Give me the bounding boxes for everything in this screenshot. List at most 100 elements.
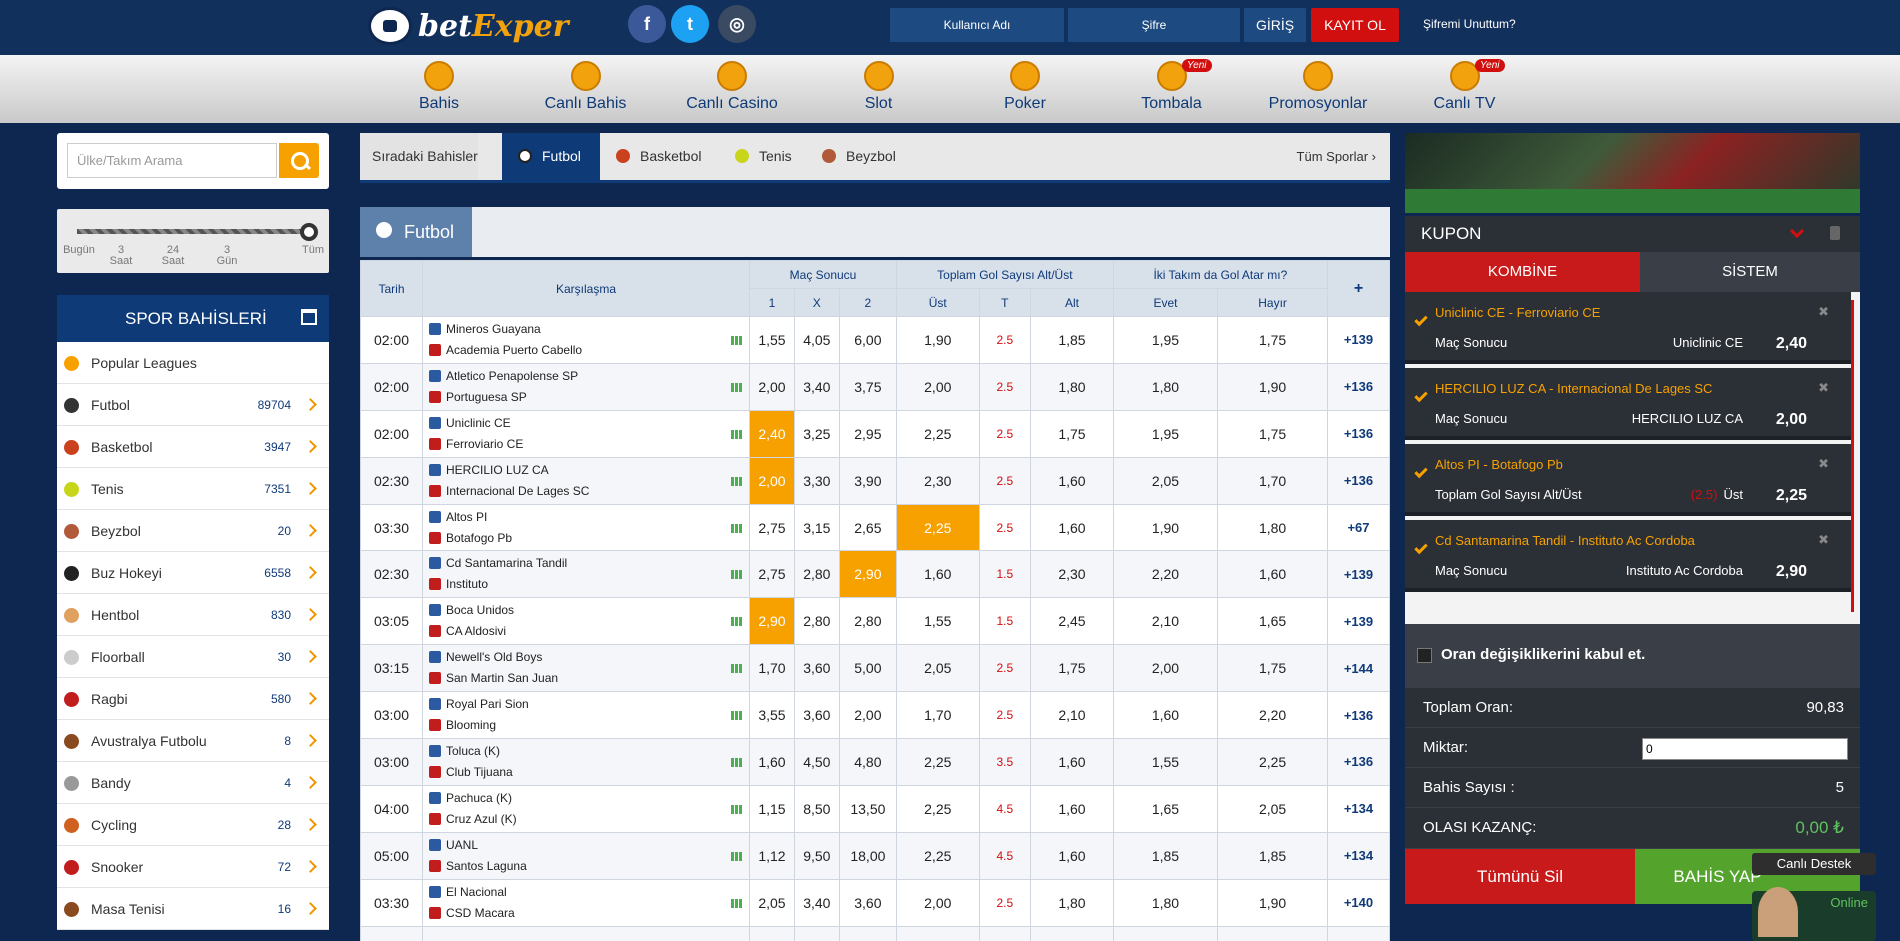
amount-input[interactable]: 0 <box>1642 738 1848 760</box>
odd-cell[interactable]: 9,50 <box>793 831 840 880</box>
time-label-0[interactable]: Bugün <box>59 245 99 256</box>
odd-cell[interactable]: 3,60 <box>838 878 898 927</box>
more-markets-button[interactable]: +134 <box>1327 831 1390 880</box>
odd-cell[interactable]: 1,12 <box>749 831 795 880</box>
clear-all-button[interactable]: Tümünü Sil <box>1405 849 1635 904</box>
odd-cell[interactable]: 1,90 <box>1217 878 1328 927</box>
more-markets-button[interactable]: +136 <box>1327 691 1390 740</box>
match-teams[interactable]: Pachuca (K) Cruz Azul (K) <box>422 784 750 833</box>
more-markets-button[interactable]: +136 <box>1327 362 1390 411</box>
stats-icon[interactable] <box>731 617 743 627</box>
odd-cell[interactable]: 1,65 <box>1217 597 1328 646</box>
odd-cell[interactable]: 3,40 <box>793 878 840 927</box>
odd-cell[interactable]: 3,60 <box>793 691 840 740</box>
accept-changes-checkbox[interactable] <box>1417 648 1432 663</box>
odd-cell[interactable]: 1,60 <box>1030 831 1114 880</box>
odd-cell[interactable]: 1,80 <box>1030 362 1114 411</box>
odd-cell[interactable]: 2,00 <box>1112 644 1219 693</box>
odd-cell[interactable]: 3,55 <box>749 691 795 740</box>
stats-icon[interactable] <box>731 336 743 345</box>
odd-cell[interactable] <box>838 925 898 941</box>
match-teams[interactable]: Newell's Old Boys San Martin San Juan <box>422 644 750 693</box>
odd-cell[interactable]: 1,75 <box>1217 316 1328 364</box>
odd-cell[interactable]: 2,75 <box>749 503 795 552</box>
stats-icon[interactable] <box>731 570 743 580</box>
odd-cell[interactable]: 1,80 <box>1112 362 1219 411</box>
odd-cell[interactable]: 1,60 <box>1112 691 1219 740</box>
time-slider-handle[interactable] <box>300 223 318 241</box>
tab-kombine[interactable]: KOMBİNE <box>1405 252 1640 292</box>
tab-tenis[interactable]: Tenis <box>719 133 805 180</box>
sidebar-item-futbol[interactable]: Futbol 89704 <box>57 384 329 426</box>
odd-cell[interactable]: 1,75 <box>1217 644 1328 693</box>
pin-icon[interactable] <box>1830 226 1840 240</box>
nav-item-2[interactable]: Canlı Casino <box>662 61 802 113</box>
odd-cell[interactable]: 1,60 <box>1030 784 1114 833</box>
odd-cell[interactable]: 2,90 <box>838 550 898 599</box>
odd-cell[interactable]: 1,15 <box>749 784 795 833</box>
time-label-1[interactable]: 3 Saat <box>101 245 141 267</box>
sidebar-item-cycling[interactable]: Cycling 28 <box>57 804 329 846</box>
stats-icon[interactable] <box>731 758 743 768</box>
odd-cell[interactable]: 2,25 <box>1217 738 1328 786</box>
more-markets-button[interactable]: +134 <box>1327 784 1390 833</box>
login-button[interactable]: GİRİŞ <box>1244 8 1306 42</box>
match-teams[interactable]: Boca Unidos CA Aldosivi <box>422 597 750 646</box>
sidebar-item-tenis[interactable]: Tenis 7351 <box>57 468 329 510</box>
odd-cell[interactable]: 2,80 <box>793 597 840 646</box>
odd-cell[interactable]: 18,00 <box>838 831 898 880</box>
tab-basketbol[interactable]: Basketbol <box>600 133 718 180</box>
tab-futbol[interactable]: Futbol <box>502 133 600 180</box>
odd-cell[interactable]: 1,75 <box>1217 409 1328 458</box>
odd-cell[interactable]: 2,25 <box>896 409 980 458</box>
stats-icon[interactable] <box>731 476 743 486</box>
match-teams[interactable]: HERCILIO LUZ CA Internacional De Lages SC <box>422 456 750 505</box>
more-markets-button[interactable]: +139 <box>1327 550 1390 599</box>
odd-cell[interactable]: 1,80 <box>1217 503 1328 552</box>
odd-cell[interactable]: 3,30 <box>793 456 840 505</box>
odd-cell[interactable]: 1,65 <box>1112 784 1219 833</box>
sidebar-item-ragbi[interactable]: Ragbi 580 <box>57 678 329 720</box>
close-icon[interactable]: ✖ <box>1818 380 1829 396</box>
odd-cell[interactable]: 1,60 <box>1217 550 1328 599</box>
odd-cell[interactable]: 1,60 <box>1030 738 1114 786</box>
match-teams[interactable]: Royal Pari Sion Blooming <box>422 691 750 740</box>
odd-cell[interactable] <box>793 925 840 941</box>
facebook-button[interactable]: f <box>628 5 666 43</box>
coupon-scrollbar[interactable] <box>1851 300 1854 612</box>
nav-item-4[interactable]: Poker <box>955 61 1095 113</box>
more-markets-button[interactable]: +67 <box>1327 503 1390 552</box>
odd-cell[interactable]: 2,90 <box>749 597 795 646</box>
sidebar-item-avustralya-futbolu[interactable]: Avustralya Futbolu 8 <box>57 720 329 762</box>
odd-cell[interactable]: 1,60 <box>1030 503 1114 552</box>
odd-cell[interactable]: 2,20 <box>1112 550 1219 599</box>
tab-sistem[interactable]: SİSTEM <box>1640 252 1860 292</box>
match-teams[interactable]: Arnett Gardens Fc <box>422 925 750 941</box>
odd-cell[interactable]: 2,25 <box>896 784 980 833</box>
search-button[interactable] <box>279 143 319 178</box>
odd-cell[interactable]: 1,60 <box>896 550 980 599</box>
sidebar-item-buz-hokeyi[interactable]: Buz Hokeyi 6558 <box>57 552 329 594</box>
calendar-icon[interactable] <box>301 309 317 325</box>
odd-cell[interactable]: 1,55 <box>749 316 795 364</box>
nav-item-7[interactable]: Canlı TV Yeni <box>1395 59 1535 113</box>
stats-icon[interactable] <box>731 851 743 861</box>
match-teams[interactable]: Uniclinic CE Ferroviario CE <box>422 409 750 458</box>
odd-cell[interactable]: 3,75 <box>838 362 898 411</box>
sidebar-item-masa-tenisi[interactable]: Masa Tenisi 16 <box>57 888 329 930</box>
odd-cell[interactable]: 2,30 <box>1030 550 1114 599</box>
match-teams[interactable]: Atletico Penapolense SP Portuguesa SP <box>422 362 750 411</box>
odd-cell[interactable]: 2,45 <box>1030 597 1114 646</box>
odd-cell[interactable]: 1,90 <box>896 316 980 364</box>
register-button[interactable]: KAYIT OL <box>1311 8 1399 42</box>
odd-cell[interactable] <box>1217 925 1328 941</box>
odd-cell[interactable]: 2,80 <box>838 597 898 646</box>
sidebar-item-beyzbol[interactable]: Beyzbol 20 <box>57 510 329 552</box>
odd-cell[interactable]: 2,00 <box>749 362 795 411</box>
match-teams[interactable]: El Nacional CSD Macara <box>422 878 750 927</box>
match-teams[interactable]: Mineros Guayana Academia Puerto Cabello <box>422 316 750 364</box>
odd-cell[interactable]: 2,80 <box>793 550 840 599</box>
odd-cell[interactable]: 2,40 <box>749 409 795 458</box>
odd-cell[interactable]: 1,70 <box>749 644 795 693</box>
close-icon[interactable]: ✖ <box>1818 456 1829 472</box>
